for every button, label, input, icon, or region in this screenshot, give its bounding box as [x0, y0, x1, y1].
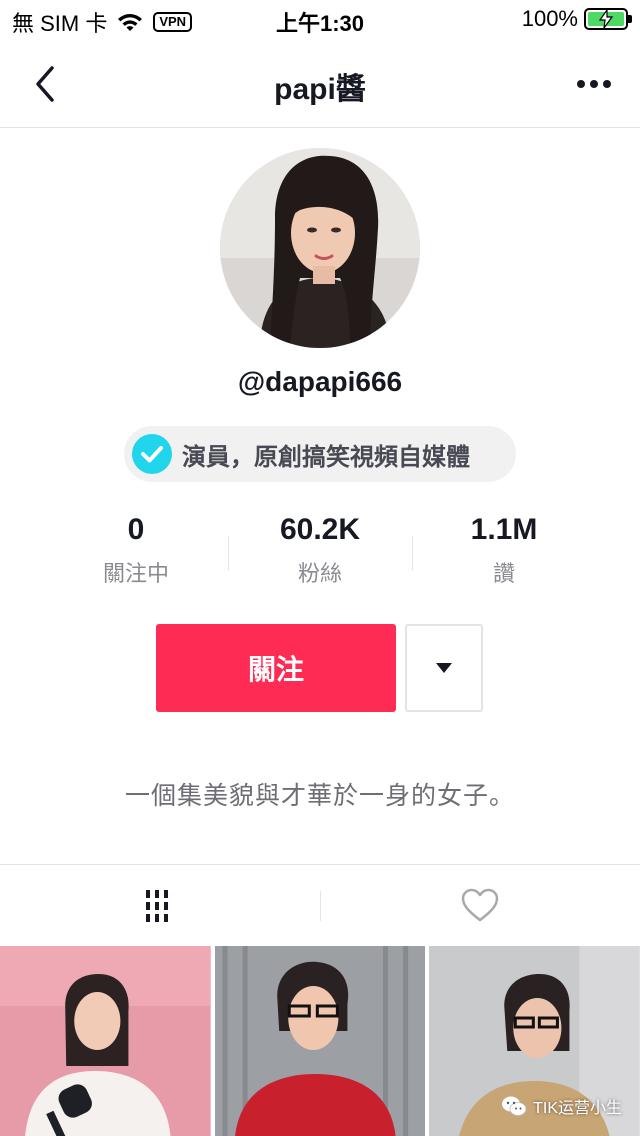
- battery-icon: [584, 8, 632, 30]
- nav-header: papi醬: [0, 40, 640, 128]
- video-thumbnail[interactable]: [214, 946, 426, 1136]
- profile-stats: 0 關注中 60.2K 粉絲 1.1M 讚: [44, 510, 596, 600]
- stat-likes-label: 讚: [492, 561, 515, 586]
- video-thumbnail-image: [214, 946, 426, 1136]
- verified-check-icon: [132, 434, 172, 474]
- stat-likes[interactable]: 1.1M 讚: [412, 510, 596, 600]
- video-thumbnail[interactable]: [0, 946, 211, 1136]
- status-bar: 無 SIM 卡 VPN 上午1:30 100%: [0, 0, 640, 40]
- username: @dapapi666: [237, 366, 403, 397]
- avatar[interactable]: [220, 148, 420, 348]
- profile-tabs: [0, 864, 640, 946]
- follow-button[interactable]: 關注: [156, 624, 396, 712]
- video-thumbnail-image: [0, 946, 211, 1136]
- tab-liked[interactable]: [320, 865, 640, 946]
- stat-following[interactable]: 0 關注中: [44, 510, 228, 600]
- stat-following-label: 關注中: [102, 561, 169, 586]
- wechat-icon: [502, 1096, 527, 1116]
- tab-videos[interactable]: [0, 865, 320, 946]
- watermark: TIK运营小生: [501, 1094, 622, 1118]
- stat-followers-label: 粉絲: [297, 561, 342, 586]
- verification-badge: 演員，原創搞笑視頻自媒體: [124, 426, 516, 482]
- more-button[interactable]: [572, 62, 616, 106]
- battery-percent: 100%: [521, 6, 578, 31]
- status-right: 100%: [521, 6, 632, 32]
- more-horizontal-icon: [577, 80, 585, 88]
- more-dot: [590, 80, 598, 88]
- stat-followers[interactable]: 60.2K 粉絲: [228, 510, 412, 600]
- grid-columns-icon: [146, 889, 168, 922]
- suggested-accounts-dropdown[interactable]: [405, 624, 483, 712]
- bio-text: 一個集美貌與才華於一身的女子。: [124, 782, 515, 810]
- watermark-text: TIK运营小生: [533, 1100, 622, 1117]
- verification-text: 演員，原創搞笑視頻自媒體: [182, 443, 470, 471]
- stat-following-value: 0: [127, 513, 145, 546]
- caret-down-icon: [436, 663, 452, 673]
- page-title: papi醬: [274, 73, 366, 106]
- stat-followers-value: 60.2K: [279, 513, 361, 546]
- avatar-image: [220, 148, 420, 348]
- charging-bolt-icon: [598, 9, 614, 29]
- heart-outline-icon: [461, 888, 499, 921]
- more-dot: [603, 80, 611, 88]
- stat-likes-value: 1.1M: [470, 513, 538, 546]
